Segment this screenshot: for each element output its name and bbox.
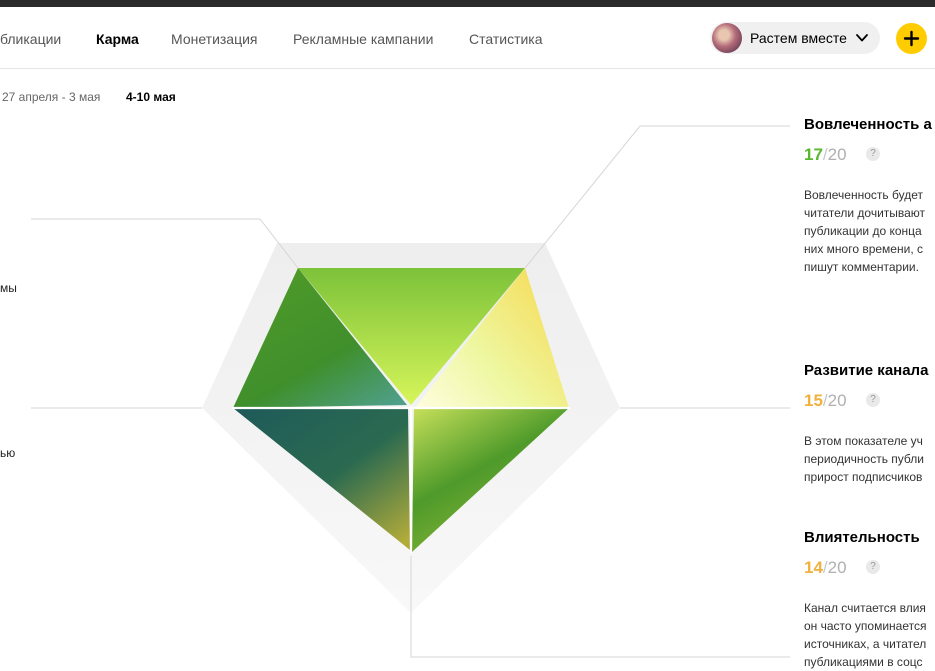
- description-line: публикациями в соцс: [804, 655, 923, 669]
- metric-title-influence: Влиятельность: [804, 529, 920, 546]
- description-line: источниках, а читател: [804, 637, 927, 651]
- description-line: них много времени, с: [804, 242, 923, 256]
- description-line: прирост подписчиков: [804, 470, 923, 484]
- description-line: он часто упоминается: [804, 619, 927, 633]
- metric-description-engagement: Вовлеченность будет читатели дочитывают …: [804, 186, 925, 276]
- metric-score-influence: 14/20: [804, 558, 847, 578]
- score-value: 15: [804, 391, 823, 410]
- help-icon[interactable]: ?: [866, 147, 880, 161]
- description-line: Канал считается влия: [804, 601, 926, 615]
- description-line: пишут комментарии.: [804, 260, 919, 274]
- metric-title-channel-growth: Развитие канала: [804, 362, 929, 379]
- description-line: публикации до конца: [804, 224, 922, 238]
- metric-score-engagement: 17/20: [804, 145, 847, 165]
- description-line: Вовлеченность будет: [804, 188, 923, 202]
- metric-description-channel-growth: В этом показателе уч периодичность публи…: [804, 432, 924, 486]
- metric-score-channel-growth: 15/20: [804, 391, 847, 411]
- help-icon[interactable]: ?: [866, 560, 880, 574]
- score-value: 17: [804, 145, 823, 164]
- help-icon[interactable]: ?: [866, 393, 880, 407]
- description-line: периодичность публи: [804, 452, 924, 466]
- score-value: 14: [804, 558, 823, 577]
- metric-title-engagement: Вовлеченность а: [804, 116, 932, 133]
- description-line: читатели дочитывают: [804, 206, 926, 220]
- metric-description-influence: Канал считается влия он часто упоминаетс…: [804, 599, 927, 671]
- karma-pentagon-diagram: [31, 125, 790, 658]
- score-max: 20: [827, 558, 847, 577]
- description-line: В этом показателе уч: [804, 434, 923, 448]
- score-max: 20: [827, 145, 847, 164]
- score-max: 20: [827, 391, 847, 410]
